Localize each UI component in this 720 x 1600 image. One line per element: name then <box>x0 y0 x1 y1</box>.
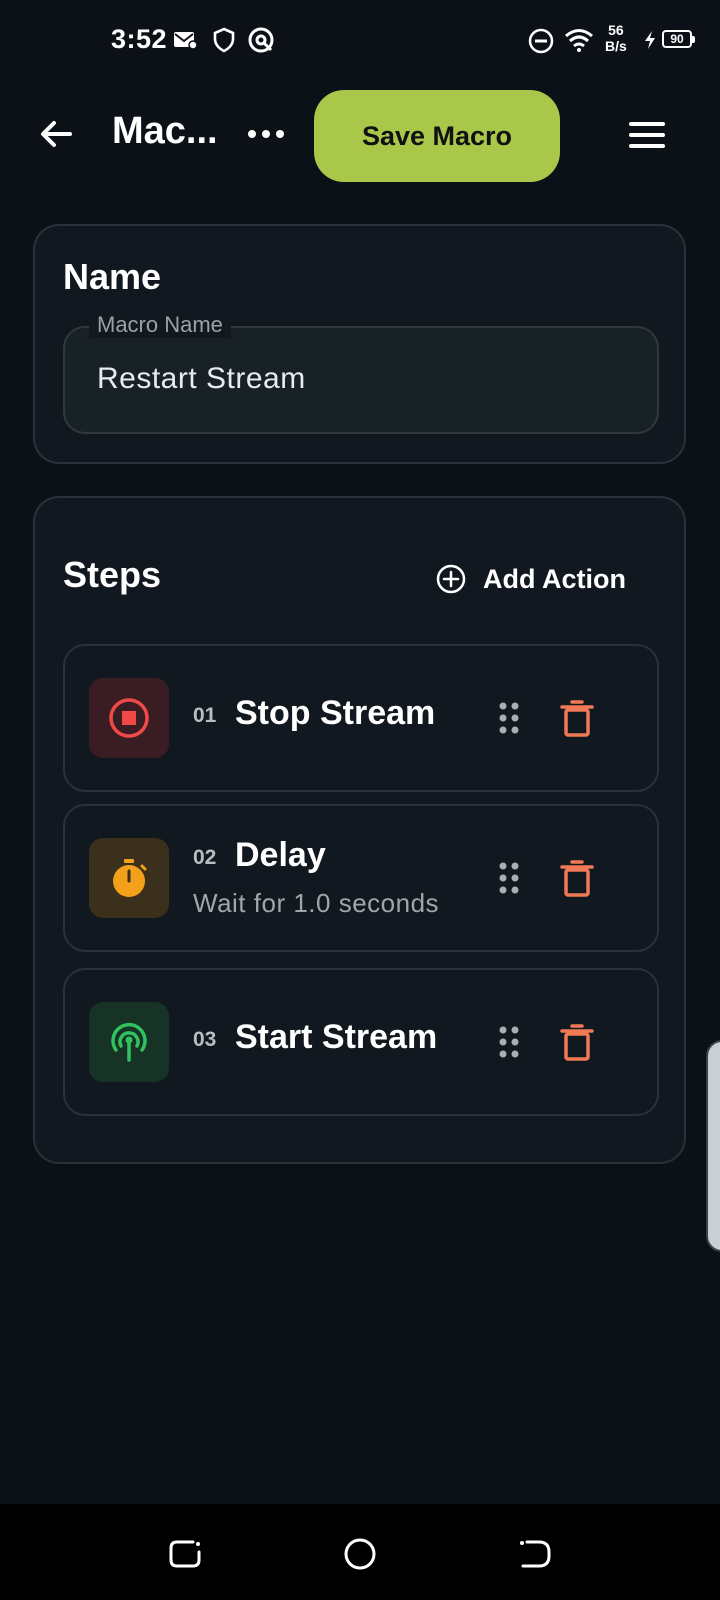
macro-name-input[interactable]: Restart Stream <box>97 362 306 396</box>
broadcast-icon <box>89 1002 169 1082</box>
stop-icon <box>89 678 169 758</box>
system-nav-bar <box>0 1504 720 1600</box>
wifi-icon <box>565 29 593 52</box>
step-number: 02 <box>193 846 217 869</box>
back-arrow-icon[interactable] <box>36 114 76 154</box>
drag-handle-icon[interactable] <box>497 860 521 896</box>
name-card: Name Macro Name Restart Stream <box>33 224 686 464</box>
macro-name-field[interactable]: Macro Name Restart Stream <box>63 312 659 434</box>
recents-icon[interactable] <box>165 1534 205 1574</box>
status-time: 3:52 <box>111 24 168 54</box>
add-circle-icon <box>436 564 466 594</box>
charging-icon <box>645 31 655 49</box>
net-speed: 56 B/s <box>605 22 627 54</box>
delete-icon[interactable] <box>559 858 595 898</box>
edge-panel-handle[interactable] <box>706 1040 720 1252</box>
net-speed-value: 56 <box>608 22 624 38</box>
step-subtitle: Wait for 1.0 seconds <box>193 888 440 918</box>
step-item-stop-stream[interactable]: 01 Stop Stream <box>63 644 659 792</box>
step-item-delay[interactable]: 02 Delay Wait for 1.0 seconds <box>63 804 659 952</box>
battery-icon: 90 <box>662 30 695 48</box>
timer-icon <box>89 838 169 918</box>
net-speed-unit: B/s <box>605 38 627 54</box>
shield-icon <box>213 27 235 53</box>
step-title: Start Stream <box>235 1018 438 1056</box>
step-title: Delay <box>235 836 326 874</box>
step-number: 03 <box>193 1028 217 1051</box>
step-title: Stop Stream <box>235 694 436 732</box>
app-bar: Mac... Save Macro <box>0 88 720 182</box>
steps-card: Steps Add Action 01 Stop Stream 02 Delay… <box>33 496 686 1164</box>
drag-handle-icon[interactable] <box>497 700 521 736</box>
delete-icon[interactable] <box>559 698 595 738</box>
add-action-label: Add Action <box>483 563 626 594</box>
page-title: Mac... <box>112 110 218 152</box>
steps-section-title: Steps <box>63 554 162 595</box>
delete-icon[interactable] <box>559 1022 595 1062</box>
macro-name-label: Macro Name <box>89 312 231 338</box>
dnd-icon <box>528 28 554 54</box>
name-section-title: Name <box>63 256 162 297</box>
back-icon[interactable] <box>515 1534 555 1574</box>
mail-icon <box>174 32 197 49</box>
home-icon[interactable] <box>340 1534 380 1574</box>
vpn-icon <box>248 27 274 53</box>
step-item-start-stream[interactable]: 03 Start Stream <box>63 968 659 1116</box>
drag-handle-icon[interactable] <box>497 1024 521 1060</box>
menu-icon[interactable] <box>629 122 665 148</box>
save-macro-button[interactable]: Save Macro <box>314 90 560 182</box>
add-action-button[interactable]: Add Action <box>435 554 626 604</box>
more-options-icon[interactable] <box>246 122 286 146</box>
status-bar: 3:52 56 B/s 90 <box>0 0 720 80</box>
step-number: 01 <box>193 704 217 727</box>
